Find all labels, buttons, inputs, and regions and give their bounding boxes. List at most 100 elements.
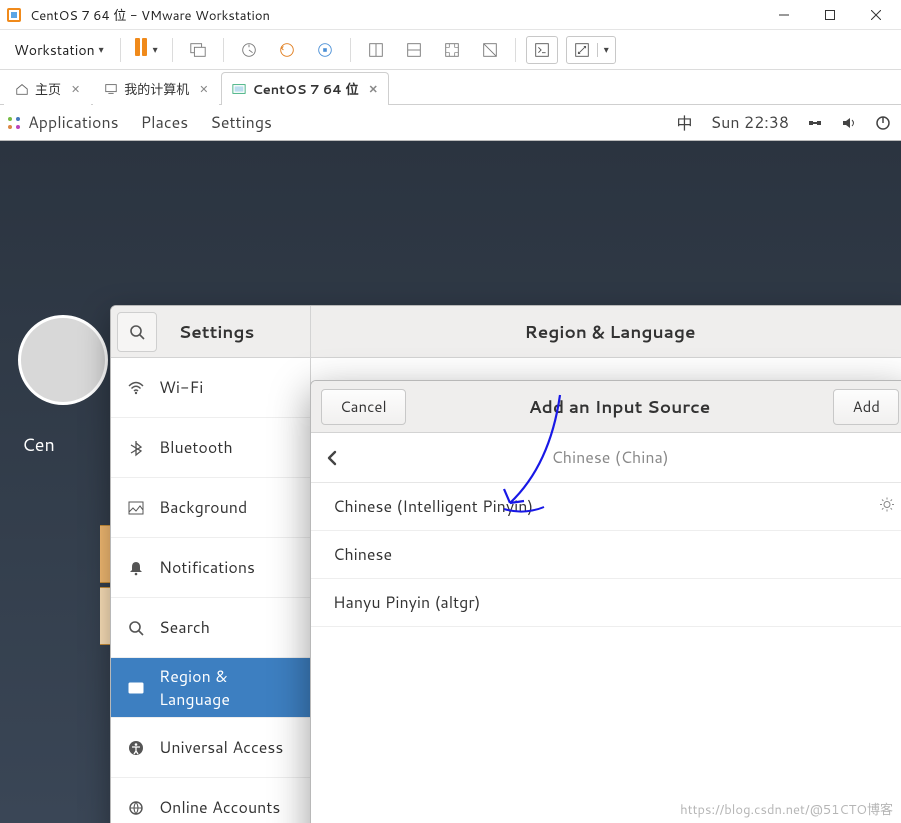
dialog-header: Cancel Add an Input Source Add [311, 381, 901, 433]
pause-icon [135, 38, 149, 61]
bluetooth-icon [127, 439, 145, 457]
sidebar-item-label: Universal Access [159, 736, 283, 759]
snapshot-revert-button[interactable] [272, 36, 302, 64]
input-source-chinese[interactable]: Chinese [311, 531, 901, 579]
sidebar-item-notifications[interactable]: Notifications [111, 538, 310, 598]
vmware-app-icon [6, 7, 22, 23]
view-single-button[interactable] [361, 36, 391, 64]
send-ctrl-alt-del-button[interactable] [183, 36, 213, 64]
sidebar-item-label: Region & Language [159, 665, 294, 711]
close-icon[interactable]: ✕ [67, 81, 80, 97]
network-icon[interactable] [807, 115, 823, 131]
window-title: CentOS 7 64 位 - VMware Workstation [30, 5, 761, 25]
chevron-down-icon: ▾ [153, 43, 158, 57]
input-method-indicator[interactable]: 中 [677, 110, 693, 135]
workstation-menu-label: Workstation [14, 40, 95, 60]
search-icon [129, 324, 145, 340]
input-source-label: Chinese [333, 543, 392, 566]
power-pause-button[interactable]: ▾ [131, 38, 162, 61]
settings-title: Settings [163, 320, 310, 344]
window-close-button[interactable] [853, 0, 899, 30]
settings-list: Wi-Fi Bluetooth Background Notifications… [111, 358, 310, 823]
input-source-intelligent-pinyin[interactable]: Chinese (Intelligent Pinyin) [311, 483, 901, 531]
gnome-top-bar: Applications Places Settings 中 Sun 22:38 [0, 105, 901, 141]
volume-icon[interactable] [841, 115, 857, 131]
sidebar-item-universal-access[interactable]: Universal Access [111, 718, 310, 778]
home-icon [15, 82, 29, 96]
guest-display: Applications Places Settings 中 Sun 22:38… [0, 105, 901, 823]
window-maximize-button[interactable] [807, 0, 853, 30]
vmware-toolbar: Workstation ▾ ▾ [0, 30, 901, 70]
settings-sidebar-header: Settings [111, 306, 310, 358]
tab-my-computer[interactable]: 我的计算机 ✕ [93, 72, 219, 105]
applications-menu[interactable]: Applications [6, 111, 119, 134]
settings-menu[interactable]: Settings [210, 111, 272, 134]
universal-access-icon [127, 739, 145, 757]
avatar-label: Cen [22, 431, 55, 457]
unity-button[interactable] [475, 36, 505, 64]
chevron-down-icon: ▾ [597, 43, 615, 57]
settings-sidebar: Settings Wi-Fi Bluetooth Background Not [111, 306, 311, 823]
sidebar-item-bluetooth[interactable]: Bluetooth [111, 418, 310, 478]
toolbar-separator [515, 38, 516, 62]
applications-icon [6, 115, 22, 131]
view-split-button[interactable] [399, 36, 429, 64]
toolbar-separator [172, 38, 173, 62]
dialog-title: Add an Input Source [406, 395, 834, 419]
tab-label: 主页 [35, 79, 61, 99]
vmware-tabs: 主页 ✕ 我的计算机 ✕ CentOS 7 64 位 ✕ [0, 70, 901, 105]
close-icon[interactable]: ✕ [195, 81, 208, 97]
sidebar-item-background[interactable]: Background [111, 478, 310, 538]
add-input-source-dialog: Cancel Add an Input Source Add Chinese (… [310, 380, 901, 823]
toolbar-separator [223, 38, 224, 62]
add-button[interactable]: Add [833, 389, 899, 425]
dialog-body: Chinese (China) Chinese (Intelligent Pin… [311, 433, 901, 823]
tab-label: CentOS 7 64 位 [252, 79, 358, 99]
panel-title-label: Region & Language [525, 320, 696, 344]
input-source-hanyu-pinyin-altgr[interactable]: Hanyu Pinyin (altgr) [311, 579, 901, 627]
online-accounts-icon [127, 799, 145, 817]
input-source-label: Hanyu Pinyin (altgr) [333, 591, 480, 614]
background-icon [127, 499, 145, 517]
tab-home[interactable]: 主页 ✕ [4, 72, 91, 105]
close-icon[interactable]: ✕ [365, 81, 378, 97]
dialog-breadcrumb-row: Chinese (China) [311, 433, 901, 483]
back-button[interactable] [311, 433, 353, 483]
snapshot-take-button[interactable] [234, 36, 264, 64]
applications-label: Applications [28, 111, 119, 134]
clock[interactable]: Sun 22:38 [711, 111, 789, 134]
avatar [18, 315, 108, 405]
tab-centos-vm[interactable]: CentOS 7 64 位 ✕ [221, 72, 388, 105]
toolbar-separator [120, 38, 121, 62]
console-view-button[interactable] [526, 36, 558, 64]
sidebar-item-label: Wi-Fi [159, 376, 203, 399]
sidebar-item-label: Bluetooth [159, 436, 233, 459]
region-icon [127, 679, 145, 697]
window-minimize-button[interactable] [761, 0, 807, 30]
sidebar-item-wifi[interactable]: Wi-Fi [111, 358, 310, 418]
input-source-label: Chinese (Intelligent Pinyin) [333, 495, 533, 518]
settings-panel-title: Region & Language [311, 306, 901, 358]
input-source-list: Chinese (Intelligent Pinyin) Chinese Han… [311, 483, 901, 823]
window-titlebar: CentOS 7 64 位 - VMware Workstation [0, 0, 901, 30]
cancel-button[interactable]: Cancel [321, 389, 406, 425]
tab-label: 我的计算机 [124, 79, 189, 99]
bell-icon [127, 559, 145, 577]
sidebar-item-online-accounts[interactable]: Online Accounts [111, 778, 310, 823]
places-menu[interactable]: Places [141, 111, 189, 134]
snapshot-manager-button[interactable] [310, 36, 340, 64]
sidebar-item-label: Search [159, 616, 210, 639]
gear-icon[interactable] [879, 495, 895, 518]
fullscreen-button[interactable] [437, 36, 467, 64]
watermark: https://blog.csdn.net/@51CTO博客 [680, 799, 893, 819]
vm-icon [232, 82, 246, 96]
sidebar-item-region-language[interactable]: Region & Language [111, 658, 310, 718]
settings-search-button[interactable] [117, 312, 157, 352]
stretch-guest-button[interactable]: ▾ [566, 36, 616, 64]
dialog-breadcrumb: Chinese (China) [551, 446, 668, 469]
sidebar-item-search[interactable]: Search [111, 598, 310, 658]
workstation-menu[interactable]: Workstation [8, 36, 110, 64]
wifi-icon [127, 379, 145, 397]
sidebar-item-label: Background [159, 496, 247, 519]
power-icon[interactable] [875, 115, 891, 131]
